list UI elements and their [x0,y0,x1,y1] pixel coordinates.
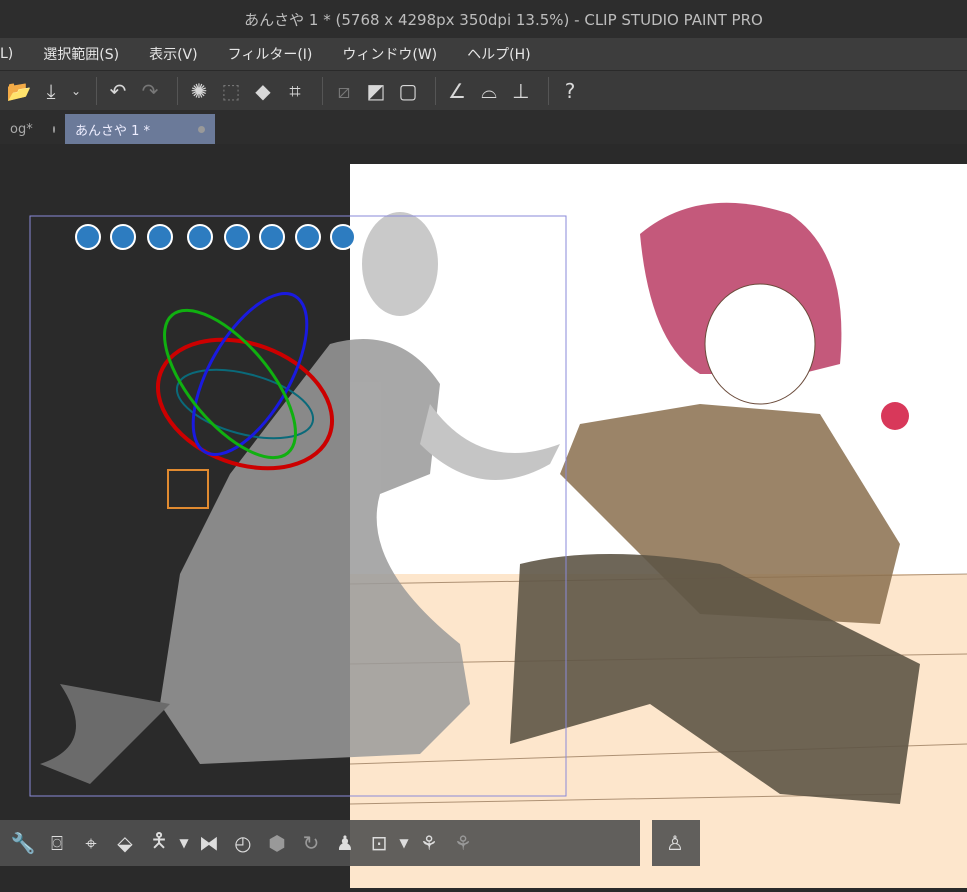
tab-ansaya[interactable]: あんさや 1 * [65,114,215,144]
menu-help[interactable]: ヘルプ(H) [467,44,530,64]
plant-icon[interactable]: ⚘ [412,831,446,855]
menu-selection[interactable]: 選択範囲(S) [43,44,119,64]
open-folder-icon[interactable]: 📂 [6,78,32,104]
plant-dim-icon[interactable]: ⚘ [446,831,480,855]
body-shape-icon[interactable]: ⊡ [362,831,396,855]
add-pose-icon[interactable]: ♟ [328,831,362,855]
tab-label: あんさや 1 * [75,123,151,139]
deselect-icon[interactable]: ⧄ [331,78,357,104]
object-reset-icon[interactable]: ⬢ [260,831,294,855]
canvas-area[interactable] [0,144,967,888]
loading-icon[interactable]: ✺ [186,78,212,104]
save-icon[interactable]: ⤓ [38,78,64,104]
menu-view[interactable]: 表示(V) [149,44,198,64]
reset-pose-icon[interactable]: ◴ [226,831,260,855]
transform-icon[interactable]: ⌗ [282,78,308,104]
redo-icon[interactable]: ↷ [137,78,163,104]
joint-handle [167,469,209,509]
title-bar: あんさや 1 * (5768 x 4298px 350dpi 13.5%) - … [0,0,967,38]
selection-border-icon[interactable]: ▢ [395,78,421,104]
command-bar: 📂 ⤓ ⌄ ↶ ↷ ✺ ⬚ ◆ ⌗ ⧄ ◩ ▢ ∠ ⌓ ⊥ ? [0,70,967,110]
tab-label: og* [10,121,33,137]
help-icon[interactable]: ? [557,78,583,104]
chevron-down-icon[interactable]: ⌄ [70,78,82,104]
divider [177,76,178,105]
clear-icon[interactable]: ⬚ [218,78,244,104]
tab-og[interactable]: og* [0,114,65,144]
ground-icon[interactable]: ⬙ [108,831,142,855]
ruler-snap-icon[interactable]: ⌓ [476,78,502,104]
invert-selection-icon[interactable]: ◩ [363,78,389,104]
divider [96,76,97,105]
tab-close-dot[interactable] [52,125,55,133]
wrench-icon[interactable]: 🔧 [6,831,40,855]
divider [322,76,323,105]
artwork [29,164,967,888]
object-launcher: 🔧 ⌼ ⌖ ⬙ 🯅 ▼ ⧓ ◴ ⬢ ↻ ♟ ⊡ ▼ ⚘ ⚘ ♙ [0,820,700,866]
flip-icon[interactable]: ⧓ [192,831,226,855]
tab-close-dot[interactable] [198,125,205,133]
chevron-down-icon[interactable]: ▼ [176,836,192,850]
camera-icon[interactable]: ⌼ [40,831,74,855]
divider [435,76,436,105]
chevron-down-icon[interactable]: ▼ [396,836,412,850]
ruler-icon[interactable]: ∠ [444,78,470,104]
document-tabs: og* あんさや 1 * [0,110,967,144]
fit-frame-icon[interactable]: ⌖ [74,831,108,855]
undo-icon[interactable]: ↶ [105,78,131,104]
menu-window[interactable]: ウィンドウ(W) [342,44,437,64]
window-title: あんさや 1 * (5768 x 4298px 350dpi 13.5%) - … [244,10,763,29]
menu-layer[interactable]: L) [0,46,13,62]
launcher-extra: ♙ [652,820,700,866]
divider [548,76,549,105]
menu-bar: L) 選択範囲(S) 表示(V) フィルター(I) ウィンドウ(W) ヘルプ(H… [0,38,967,70]
launcher-main: 🔧 ⌼ ⌖ ⬙ 🯅 ▼ ⧓ ◴ ⬢ ↻ ♟ ⊡ ▼ ⚘ ⚘ [0,820,640,866]
mannequin-manipulators [75,224,356,250]
rotate-reset-icon[interactable]: ↻ [294,831,328,855]
pose-icon[interactable]: 🯅 [142,826,176,860]
body-scale-icon[interactable]: ♙ [658,831,692,855]
menu-filter[interactable]: フィルター(I) [228,44,313,64]
grid-snap-icon[interactable]: ⊥ [508,78,534,104]
fill-icon[interactable]: ◆ [250,78,276,104]
